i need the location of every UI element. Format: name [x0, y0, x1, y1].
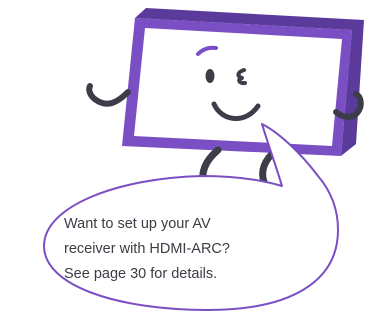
left-eye [205, 69, 215, 83]
tv-mascot [86, 8, 364, 190]
bubble-line-3: See page 30 for details. [64, 266, 218, 282]
speech-bubble-text: Want to set up your AV receiver with HDM… [64, 212, 314, 287]
tv-screen [134, 28, 342, 146]
left-arm [86, 83, 131, 107]
bubble-line-2: receiver with HDMI-ARC? [64, 241, 230, 257]
bubble-line-1: Want to set up your AV [64, 216, 211, 232]
